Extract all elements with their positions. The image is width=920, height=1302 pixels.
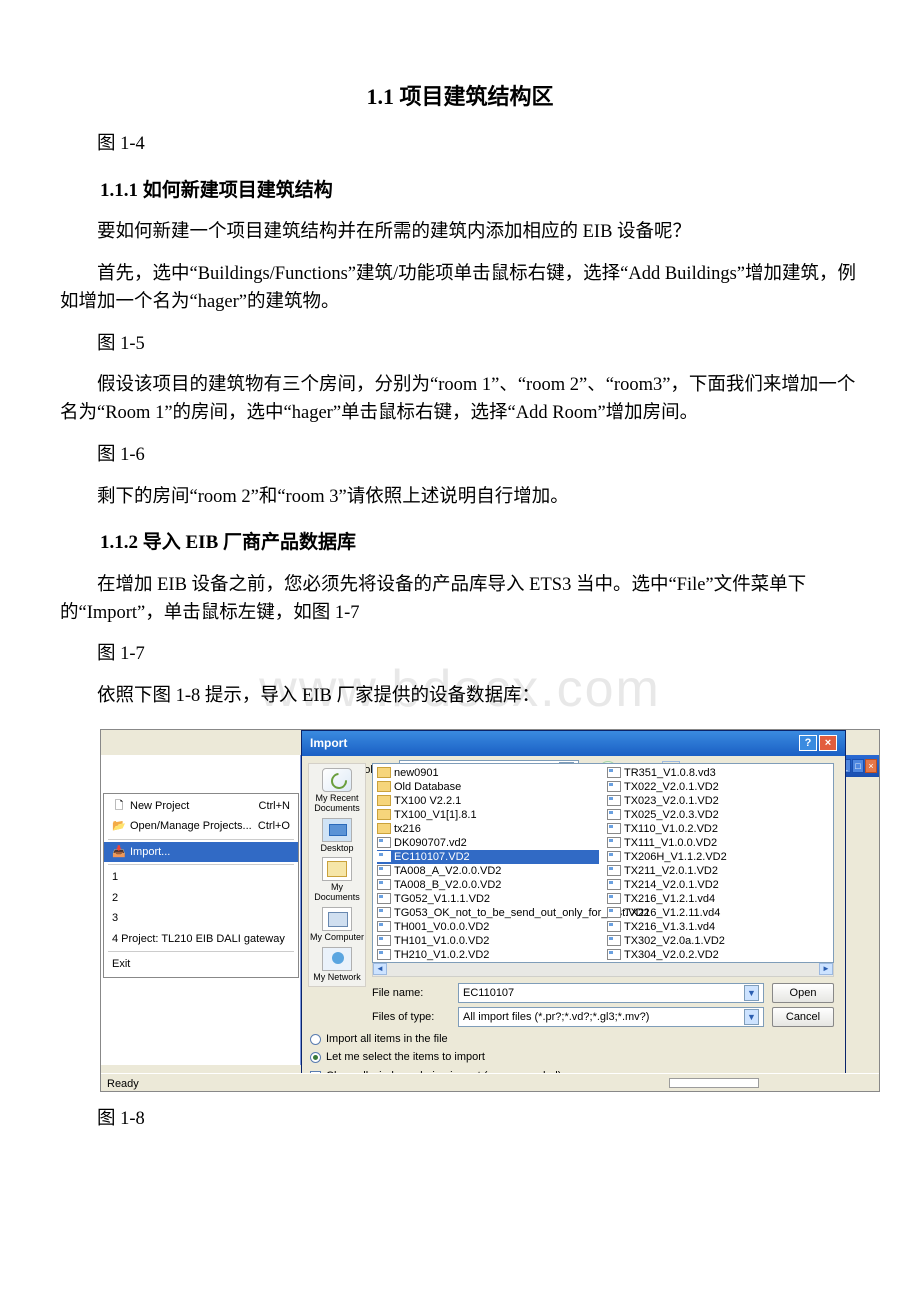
menu-separator: [108, 839, 294, 840]
file-icon: [607, 795, 621, 806]
file-icon: [377, 907, 391, 918]
document-body: 1.1 项目建筑结构区 图 1-4 1.1.1 如何新建项目建筑结构 要如何新建…: [60, 80, 860, 1134]
file-icon: [607, 865, 621, 876]
file-icon: [377, 893, 391, 904]
place-my-computer[interactable]: My Computer: [310, 907, 364, 943]
menu-item-recent-1[interactable]: 1: [104, 867, 298, 888]
menu-item-recent-3[interactable]: 3: [104, 908, 298, 929]
shortcut: Ctrl+N: [259, 798, 290, 815]
file-icon: [607, 781, 621, 792]
place-my-documents[interactable]: My Documents: [309, 857, 365, 903]
screenshot-import-dialog: ETS3 File View Diagnostics Extras Help 🗋…: [100, 729, 880, 1092]
file-icon: [607, 837, 621, 848]
file-icon: [607, 809, 621, 820]
place-recent-documents[interactable]: My Recent Documents: [309, 768, 365, 814]
file-type-combo[interactable]: All import files (*.pr?;*.vd?;*.gl3;*.mv…: [458, 1007, 764, 1027]
file-name-value: EC110107: [463, 985, 514, 1002]
menu-item-exit[interactable]: Exit: [104, 954, 298, 975]
menu-item-recent-2[interactable]: 2: [104, 888, 298, 909]
para: 首先，选中“Buildings/Functions”建筑/功能项单击鼠标右键，选…: [60, 261, 860, 317]
menu-separator: [108, 951, 294, 952]
folder-icon: [377, 823, 391, 834]
file-icon: [607, 851, 621, 862]
caption-1-7: 图 1-7: [60, 641, 860, 669]
caption-1-6: 图 1-6: [60, 442, 860, 470]
file-icon: [377, 921, 391, 932]
caption-1-8: 图 1-8: [60, 1106, 860, 1134]
file-icon: [377, 879, 391, 890]
horizontal-scrollbar[interactable]: ◄ ►: [372, 963, 834, 977]
places-bar: My Recent Documents Desktop My Documents…: [308, 763, 366, 987]
open-icon: 📂: [112, 818, 126, 835]
opt-let-me-select[interactable]: Let me select the items to import: [310, 1049, 561, 1066]
status-bar: Ready: [101, 1073, 879, 1091]
para: 剩下的房间“room 2”和“room 3”请依照上述说明自行增加。: [60, 484, 860, 512]
import-dialog: Import ? × Look in: tebis db ▼ ↶ 📁 📂 ▦▾: [301, 730, 846, 1075]
file-icon: [607, 893, 621, 904]
file-icon: [377, 851, 391, 862]
scroll-left-icon[interactable]: ◄: [373, 963, 387, 975]
file-menu-dropdown[interactable]: 🗋New Project Ctrl+N 📂Open/Manage Project…: [103, 793, 299, 978]
dialog-title-text: Import: [310, 734, 347, 752]
new-icon: 🗋: [112, 798, 126, 815]
scroll-right-icon[interactable]: ►: [819, 963, 833, 975]
file-icon: [377, 949, 391, 960]
dialog-close-button[interactable]: ×: [819, 735, 837, 751]
open-button[interactable]: Open: [772, 983, 834, 1003]
radio-icon[interactable]: [310, 1034, 321, 1045]
para: 假设该项目的建筑物有三个房间，分别为“room 1”、“room 2”、“roo…: [60, 372, 860, 428]
file-icon: [607, 823, 621, 834]
chevron-down-icon[interactable]: ▼: [744, 1009, 759, 1025]
para: 要如何新建一个项目建筑结构并在所需的建筑内添加相应的 EIB 设备呢？: [60, 219, 860, 247]
file-list[interactable]: new0901Old DatabaseTX100 V2.2.1TX100_V1[…: [372, 763, 834, 963]
file-type-value: All import files (*.pr?;*.vd?;*.gl3;*.mv…: [463, 1009, 649, 1026]
close-button[interactable]: ×: [865, 759, 877, 773]
para: 在增加 EIB 设备之前，您必须先将设备的产品库导入 ETS3 当中。选中“Fi…: [60, 572, 860, 628]
caption-1-5: 图 1-5: [60, 331, 860, 359]
file-icon: [607, 921, 621, 932]
chevron-down-icon[interactable]: ▼: [744, 985, 759, 1001]
file-icon: [607, 907, 621, 918]
dialog-help-button[interactable]: ?: [799, 735, 817, 751]
file-icon: [607, 949, 621, 960]
opt-import-all[interactable]: Import all items in the file: [310, 1031, 561, 1048]
file-form: File name: EC110107 ▼ Open Files of type…: [372, 983, 834, 1031]
maximize-button[interactable]: □: [852, 759, 864, 773]
dialog-titlebar[interactable]: Import ? ×: [302, 731, 845, 756]
file-icon: [377, 865, 391, 876]
heading-1: 1.1 项目建筑结构区: [60, 80, 860, 113]
para: 依照下图 1-8 提示，导入 EIB 厂家提供的设备数据库：: [60, 683, 860, 711]
menu-item-recent-4[interactable]: 4 Project: TL210 EIB DALI gateway: [104, 929, 298, 950]
heading-1-1-1: 1.1.1 如何新建项目建筑结构: [100, 177, 860, 206]
file-icon: [607, 767, 621, 778]
folder-icon: [377, 767, 391, 778]
status-text: Ready: [107, 1078, 139, 1090]
file-name-label: File name:: [372, 985, 450, 1002]
folder-icon: [377, 809, 391, 820]
menu-separator: [108, 864, 294, 865]
file-icon: [377, 935, 391, 946]
folder-icon: [377, 781, 391, 792]
radio-icon[interactable]: [310, 1052, 321, 1063]
file-icon: [377, 837, 391, 848]
cancel-button[interactable]: Cancel: [772, 1007, 834, 1027]
heading-1-1-2: 1.1.2 导入 EIB 厂商产品数据库: [100, 529, 860, 558]
place-desktop[interactable]: Desktop: [320, 818, 353, 854]
menu-item-import[interactable]: 📥Import...: [104, 842, 298, 863]
file-icon: [607, 935, 621, 946]
progress-bar: [669, 1078, 759, 1088]
place-my-network[interactable]: My Network: [313, 947, 361, 983]
menu-item-open-manage[interactable]: 📂Open/Manage Projects... Ctrl+O: [104, 816, 298, 837]
caption-1-4: 图 1-4: [60, 131, 860, 159]
menu-item-new-project[interactable]: 🗋New Project Ctrl+N: [104, 796, 298, 817]
file-icon: [607, 879, 621, 890]
import-icon: 📥: [112, 844, 126, 861]
shortcut: Ctrl+O: [258, 818, 290, 835]
file-type-label: Files of type:: [372, 1009, 450, 1026]
folder-icon: [377, 795, 391, 806]
file-name-input[interactable]: EC110107 ▼: [458, 983, 764, 1003]
